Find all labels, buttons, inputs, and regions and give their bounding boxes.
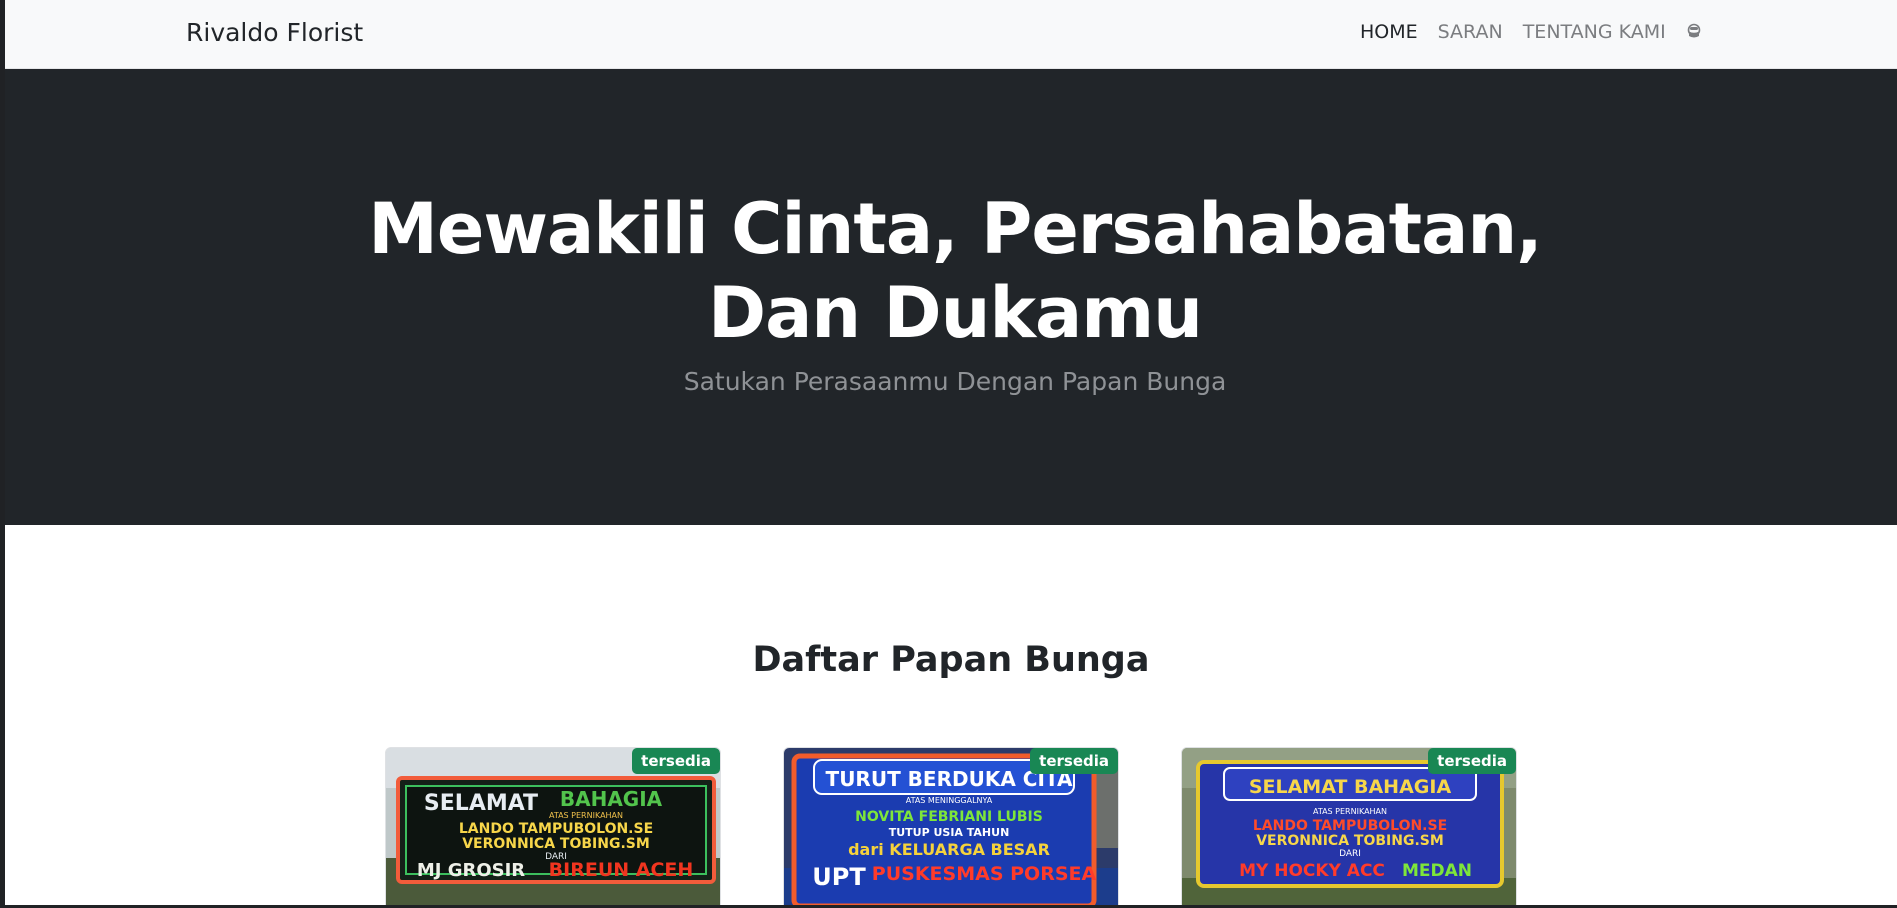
nav-links: HOME SARAN TENTANG KAMI [1360, 21, 1702, 43]
nav-link-saran[interactable]: SARAN [1438, 21, 1503, 43]
brand-link[interactable]: Rivaldo Florist [186, 18, 363, 47]
section-title: Daftar Papan Bunga [752, 640, 1150, 680]
product-card[interactable]: SELAMAT BAHAGIA ATAS PERNIKAHAN LANDO TA… [385, 747, 721, 905]
nav-link-home[interactable]: HOME [1360, 21, 1418, 43]
availability-badge: tersedia [632, 748, 720, 774]
board-line3: LANDO TAMPUBOLON.SE [459, 821, 653, 837]
board-line4: TUTUP USIA TAHUN [889, 826, 1010, 839]
board-line6a: UPT [812, 863, 866, 891]
board-line5: dari KELUARGA BESAR [848, 840, 1050, 859]
product-card[interactable]: SELAMAT BAHAGIA ATAS PERNIKAHAN LANDO TA… [1181, 747, 1517, 905]
board-line2: ATAS PERNIKAHAN [1313, 807, 1387, 816]
navbar: Rivaldo Florist HOME SARAN TENTANG KAMI [5, 0, 1897, 69]
hero-title: Mewakili Cinta, Persahabatan, Dan Dukamu [368, 188, 1543, 354]
availability-badge: tersedia [1030, 748, 1118, 774]
browser-viewport: Rivaldo Florist HOME SARAN TENTANG KAMI … [5, 0, 1897, 905]
user-icon[interactable] [1686, 23, 1702, 41]
availability-badge: tersedia [1428, 748, 1516, 774]
board-line1b: BAHAGIA [560, 787, 663, 811]
board-line3: LANDO TAMPUBOLON.SE [1253, 818, 1447, 834]
board-line5: DARI [1339, 849, 1361, 859]
board-line6a: MJ GROSIR [417, 860, 525, 881]
hero-subtitle: Satukan Perasaanmu Dengan Papan Bunga [683, 367, 1227, 396]
nav-link-tentang-kami[interactable]: TENTANG KAMI [1523, 21, 1666, 43]
board-line3: NOVITA FEBRIANI LUBIS [855, 809, 1043, 825]
board-line1a: SELAMAT [424, 791, 538, 816]
board-line6b: BIREUN ACEH [549, 859, 694, 881]
board-line6b: PUSKESMAS PORSEA [872, 863, 1097, 885]
hero-section: Mewakili Cinta, Persahabatan, Dan Dukamu… [5, 69, 1897, 525]
board-line6a: MY HOCKY ACC [1239, 861, 1385, 881]
board-line2: ATAS MENINGGALNYA [906, 796, 993, 805]
board-line4: VERONNICA TOBING.SM [1256, 833, 1444, 849]
board-line2: ATAS PERNIKAHAN [549, 811, 623, 820]
board-line4: VERONNICA TOBING.SM [462, 836, 650, 852]
board-line1a: SELAMAT BAHAGIA [1249, 776, 1452, 798]
product-card[interactable]: TURUT BERDUKA CITA ATAS MENINGGALNYA NOV… [783, 747, 1119, 905]
board-line6b: MEDAN [1402, 861, 1472, 881]
